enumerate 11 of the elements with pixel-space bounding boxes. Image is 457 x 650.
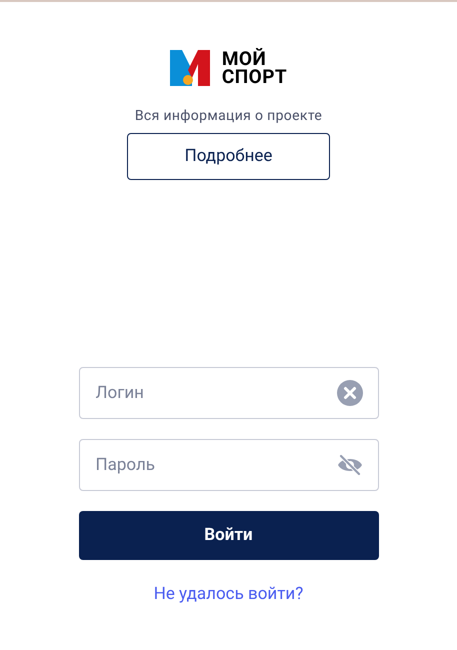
logo-icon: [170, 50, 210, 86]
logo-text: МОЙ: [222, 50, 266, 68]
logo-text: СПОРТ: [222, 68, 288, 86]
password-field[interactable]: Пароль: [78, 439, 378, 491]
login-button[interactable]: Войти: [78, 511, 378, 560]
more-button[interactable]: Подробнее: [127, 133, 330, 180]
about-text: Вся информация о проекте: [134, 107, 322, 126]
help-link[interactable]: Не удалось войти?: [154, 582, 304, 608]
eye-off-icon[interactable]: [336, 454, 362, 476]
clear-icon[interactable]: [336, 380, 362, 406]
login-field[interactable]: Логин: [78, 367, 378, 419]
